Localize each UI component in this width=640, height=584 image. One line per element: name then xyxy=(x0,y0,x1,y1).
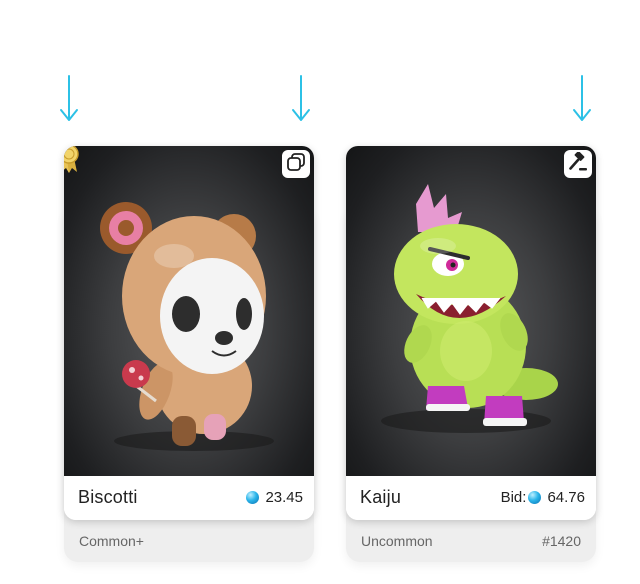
card-footer: Kaiju Bid: 64.76 xyxy=(346,476,596,520)
collectible-image xyxy=(64,146,314,476)
auction-button[interactable] xyxy=(564,150,592,178)
down-arrow-icon xyxy=(58,74,80,124)
price-value: 23.45 xyxy=(265,489,303,506)
serial-number: #1420 xyxy=(542,533,581,549)
collection-screen: Biscotti 23.45 Common+ Kaiju Bid: 64.76 … xyxy=(0,0,640,584)
gavel-icon xyxy=(568,150,588,177)
collectible-card-kaiju[interactable]: Kaiju Bid: 64.76 Uncommon #1420 xyxy=(346,146,596,562)
down-arrow-icon xyxy=(571,74,593,124)
copy-button[interactable] xyxy=(282,150,310,178)
card-price: 23.45 xyxy=(246,489,303,506)
card-name: Kaiju xyxy=(360,487,402,507)
rarity-label: Common+ xyxy=(79,533,144,549)
gem-icon xyxy=(246,491,260,504)
card-footer: Biscotti 23.45 xyxy=(64,476,314,520)
collectible-card-biscotti[interactable]: Biscotti 23.45 Common+ xyxy=(64,146,314,562)
rarity-label: Uncommon xyxy=(361,533,433,549)
card-name: Biscotti xyxy=(78,487,138,507)
gem-icon xyxy=(528,491,542,504)
card-bid-price: Bid: 64.76 xyxy=(501,489,585,506)
card-main[interactable]: Kaiju Bid: 64.76 xyxy=(346,146,596,520)
collectible-image xyxy=(346,146,596,476)
copy-icon xyxy=(286,152,306,177)
bid-label: Bid: xyxy=(500,489,527,506)
down-arrow-icon xyxy=(290,74,312,124)
price-value: 64.76 xyxy=(547,489,585,506)
card-main[interactable]: Biscotti 23.45 xyxy=(64,146,314,520)
medal-icon xyxy=(64,146,80,174)
